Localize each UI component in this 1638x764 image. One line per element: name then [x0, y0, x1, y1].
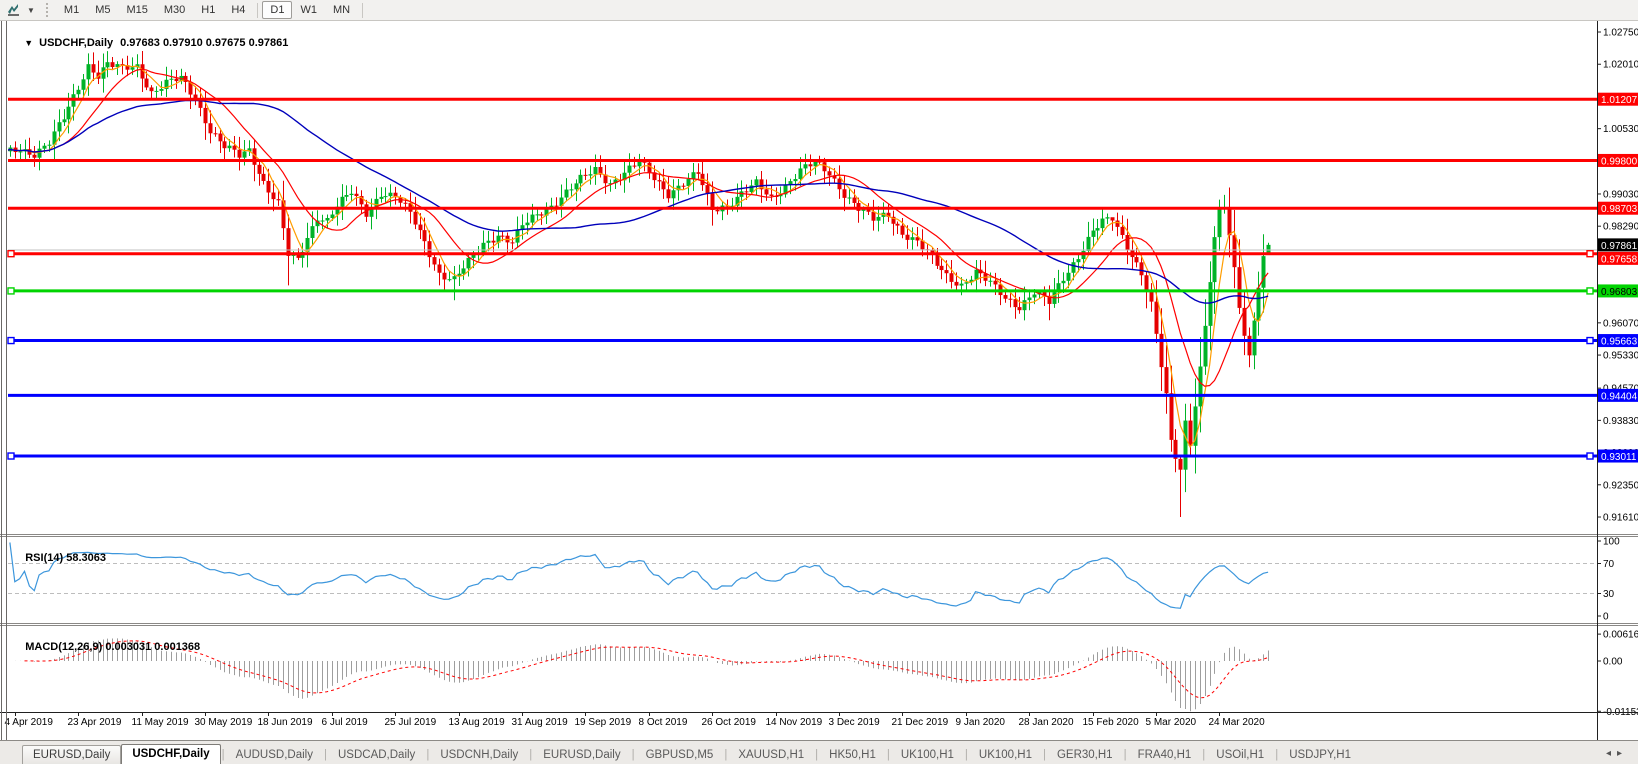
tab-usdchf-daily[interactable]: USDCHF,Daily [121, 744, 220, 764]
tab-hk50-h1[interactable]: HK50,H1 [819, 746, 886, 764]
level-price-badge: 1.01207 [1598, 93, 1638, 107]
tab-xauusd-h1[interactable]: XAUUSD,H1 [728, 746, 814, 764]
svg-text:0.96803: 0.96803 [1601, 287, 1638, 298]
svg-text:0.97861: 0.97861 [1601, 241, 1638, 252]
chart-title: ▼ USDCHF,Daily 0.97683 0.97910 0.97675 0.9… [12, 25, 288, 61]
tab-scroll-right-icon: ▸ [1617, 748, 1628, 759]
chevron-down-icon[interactable]: ▼ [27, 6, 35, 15]
level-price-badge: 0.98703 [1598, 202, 1638, 216]
rsi-name: RSI(14) [25, 552, 63, 564]
macd-name: MACD(12,26,9) [25, 641, 102, 653]
line-handle[interactable] [1587, 251, 1593, 257]
line-handle[interactable] [8, 251, 14, 257]
tab-fra40-h1[interactable]: FRA40,H1 [1128, 746, 1202, 764]
level-price-badge: 0.96803 [1598, 284, 1638, 298]
level-price-badge: 0.93011 [1598, 450, 1638, 464]
timeframe-button-m30[interactable]: M30 [156, 1, 193, 19]
tab-uk100-h1[interactable]: UK100,H1 [891, 746, 964, 764]
timeframe-button-m5[interactable]: M5 [87, 1, 118, 19]
time-axis[interactable] [8, 713, 1597, 739]
tab-usdcad-daily[interactable]: USDCAD,Daily [328, 746, 425, 764]
current-price-badge: 0.97861 [1598, 238, 1638, 252]
tab-usoil-h1[interactable]: USOil,H1 [1206, 746, 1274, 764]
timeframe-button-d1[interactable]: D1 [262, 1, 292, 19]
tab-eurusd-daily[interactable]: EURUSD,Daily [533, 746, 630, 764]
level-price-badge: 0.99800 [1598, 154, 1638, 168]
line-handle[interactable] [1587, 338, 1593, 344]
macd-indicator-label: MACD(12,26,9) 0.003031 0.001368 [13, 629, 200, 665]
level-price-badge: 0.95663 [1598, 334, 1638, 348]
timeframe-button-h1[interactable]: H1 [193, 1, 223, 19]
svg-text:0.93011: 0.93011 [1601, 452, 1637, 463]
tab-eurusd-daily[interactable]: EURUSD,Daily [22, 745, 121, 764]
price-axis[interactable] [1598, 21, 1638, 712]
timeframe-button-mn[interactable]: MN [325, 1, 358, 19]
macd-panel-canvas[interactable] [8, 626, 1597, 712]
tab-usdjpy-h1[interactable]: USDJPY,H1 [1279, 746, 1361, 764]
macd-signal-value: 0.001368 [154, 641, 200, 653]
toolbar-grip[interactable] [46, 3, 51, 17]
svg-text:1.01207: 1.01207 [1601, 95, 1638, 106]
tab-ger30-h1[interactable]: GER30,H1 [1047, 746, 1123, 764]
macd-main-value: 0.003031 [105, 641, 151, 653]
symbol-label: USDCHF,Daily [39, 37, 113, 49]
symbol-tab-bar: EURUSD,DailyUSDCHF,Daily|AUDUSD,Daily|US… [0, 740, 1638, 764]
rsi-value: 58.3063 [66, 552, 106, 564]
timeframe-buttons: M1M5M15M30H1H4 D1W1MN [56, 1, 367, 19]
svg-text:0.97658: 0.97658 [1601, 254, 1638, 265]
level-price-badge: 0.97658 [1598, 252, 1638, 265]
timeframe-button-h4[interactable]: H4 [223, 1, 253, 19]
line-handle[interactable] [1587, 288, 1593, 294]
svg-text:0.98703: 0.98703 [1601, 204, 1638, 215]
timeframe-toolbar: ▼ M1M5M15M30H1H4 D1W1MN [0, 0, 1638, 21]
timeframe-button-w1[interactable]: W1 [292, 1, 325, 19]
tab-scroll-left-icon: ◂ [1606, 748, 1617, 759]
svg-text:0.95663: 0.95663 [1601, 337, 1638, 348]
timeframe-button-m15[interactable]: M15 [118, 1, 155, 19]
line-handle[interactable] [8, 338, 14, 344]
svg-text:0.94404: 0.94404 [1601, 391, 1638, 402]
chart-canvas-svg: 1.027501.020101.012701.005300.997900.990… [0, 0, 1638, 764]
timeframe-button-m1[interactable]: M1 [56, 1, 87, 19]
chart-tool-icon[interactable] [6, 3, 22, 17]
rsi-indicator-label: RSI(14) 58.3063 [13, 540, 106, 576]
tab-scroll-arrows[interactable]: ◂▸ [1606, 748, 1628, 759]
tab-uk100-h1[interactable]: UK100,H1 [969, 746, 1042, 764]
toolbar-separator [362, 3, 363, 18]
level-price-badge: 0.94404 [1598, 389, 1638, 403]
trading-app-window: 1.027501.020101.012701.005300.997900.990… [0, 0, 1638, 764]
tab-usdcnh-daily[interactable]: USDCNH,Daily [430, 746, 528, 764]
symbol-dropdown-icon[interactable]: ▼ [24, 38, 33, 48]
toolbar-separator [257, 3, 258, 18]
ohlc-quote: 0.97683 0.97910 0.97675 0.97861 [120, 37, 288, 49]
line-handle[interactable] [1587, 453, 1593, 459]
svg-text:0.99800: 0.99800 [1601, 156, 1638, 167]
tab-audusd-daily[interactable]: AUDUSD,Daily [226, 746, 323, 764]
line-handle[interactable] [8, 453, 14, 459]
line-handle[interactable] [8, 288, 14, 294]
tab-gbpusd-m5[interactable]: GBPUSD,M5 [636, 746, 724, 764]
rsi-panel-canvas[interactable] [8, 537, 1597, 623]
